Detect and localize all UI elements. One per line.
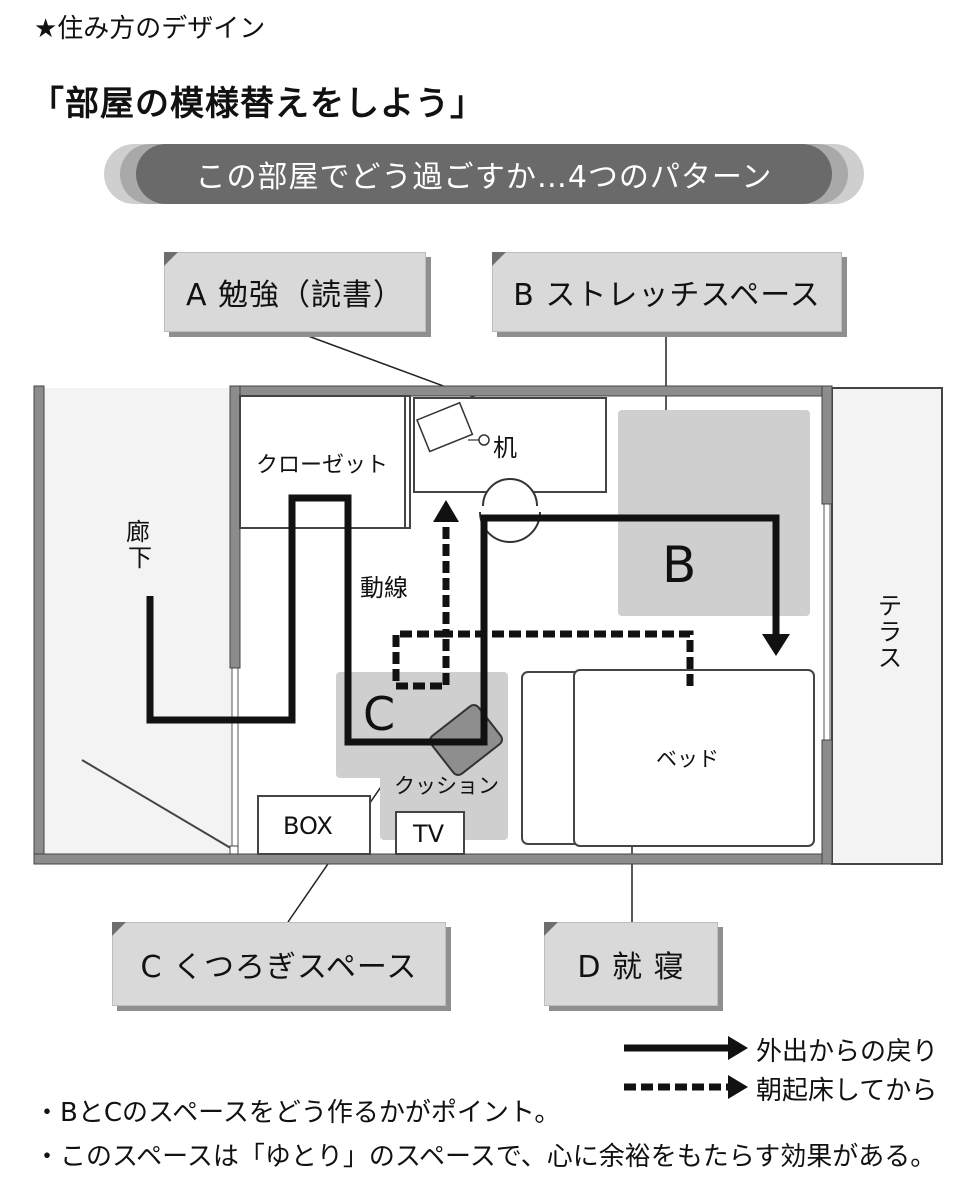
note-2: ・このスペースは「ゆとり」のスペースで、心に余裕をもたらす効果がある。 xyxy=(34,1142,937,1172)
terrace-label-2: ラ xyxy=(878,618,902,646)
legend-dashed-label: 朝起床してから xyxy=(756,1076,938,1106)
note-1: ・BとCのスペースをどう作るかがポイント。 xyxy=(34,1098,561,1128)
callout-d-text: D 就 寝 xyxy=(577,950,685,985)
callout-c-text: C くつろぎスペース xyxy=(140,950,418,985)
corridor-label-2: 下 xyxy=(128,544,152,572)
callout-a-text: A 勉強（読書） xyxy=(185,278,405,313)
floor-plan: クローゼット 机 廊 下 動線 B C クッション BOX TV ベッド テ ラ… xyxy=(33,332,943,1099)
flow-label: 動線 xyxy=(360,574,408,602)
path-morning-arrowhead xyxy=(433,500,459,522)
callout-b-text: B ストレッチスペース xyxy=(513,278,821,313)
zone-c-label: C xyxy=(363,687,395,741)
corridor-label-1: 廊 xyxy=(126,518,150,546)
corridor-area xyxy=(44,388,232,854)
tv-label: TV xyxy=(412,820,445,848)
callout-b: B ストレッチスペース xyxy=(492,252,842,332)
bed-label: ベッド xyxy=(656,747,719,771)
desk-label: 机 xyxy=(493,434,517,462)
terrace-label-1: テ xyxy=(878,592,902,620)
box-label: BOX xyxy=(283,812,333,840)
callout-a: A 勉強（読書） xyxy=(164,252,426,332)
terrace-label-3: ス xyxy=(878,644,902,672)
zone-b-label: B xyxy=(662,536,696,594)
callout-c: C くつろぎスペース xyxy=(112,922,446,1006)
zone-b xyxy=(618,410,810,616)
legend-solid-label: 外出からの戻り xyxy=(756,1037,939,1067)
chair-icon xyxy=(479,478,541,543)
callout-d: D 就 寝 xyxy=(544,922,718,1006)
path-return-arrowhead xyxy=(762,634,790,656)
closet-label: クローゼット xyxy=(256,453,388,478)
cushion-label: クッション xyxy=(394,774,499,798)
